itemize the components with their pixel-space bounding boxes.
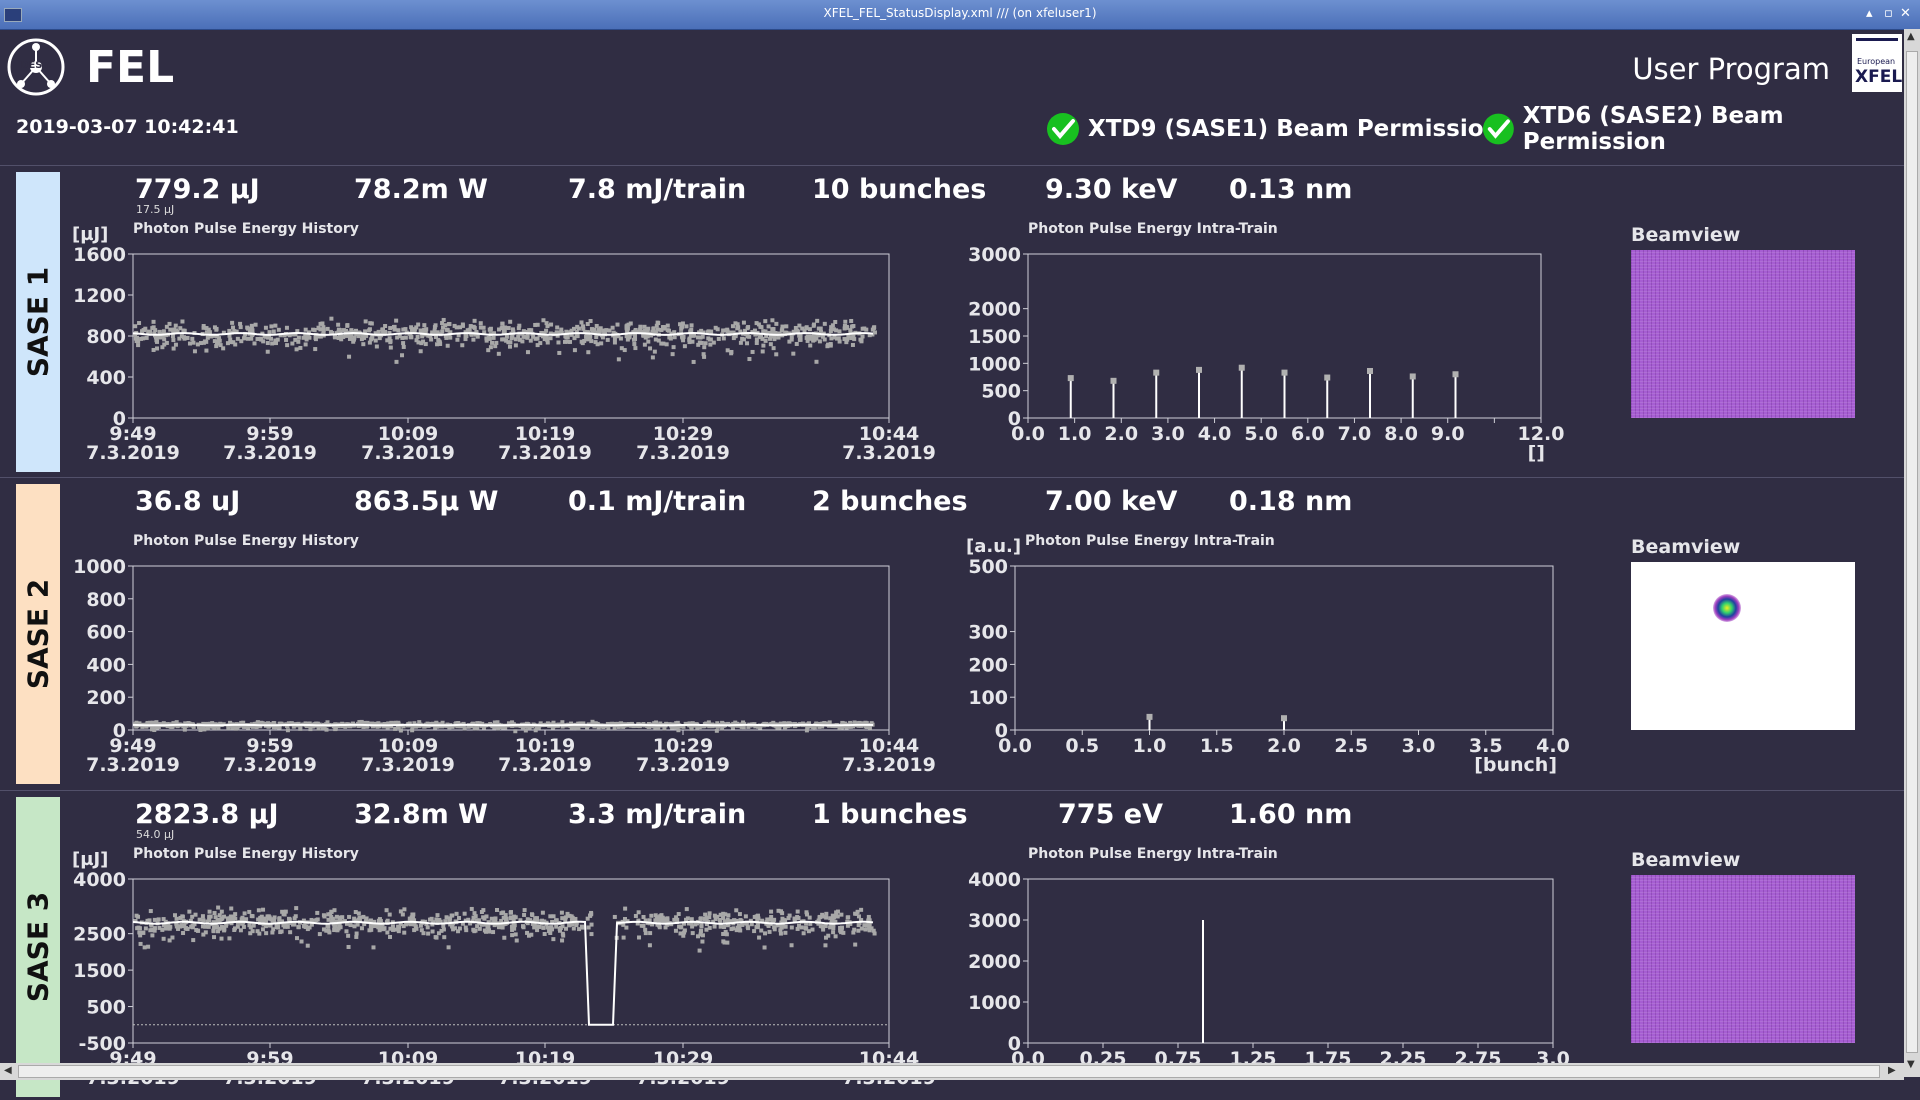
green-check-icon xyxy=(1482,112,1515,146)
y-tick-label: 1000 xyxy=(968,992,1021,1014)
plot-frame xyxy=(1028,879,1553,1043)
x-tick-label: 8.0 xyxy=(1384,423,1418,445)
y-tick-label: 500 xyxy=(968,556,1008,578)
intra-point xyxy=(1281,715,1287,721)
intra-point xyxy=(1239,365,1245,371)
beamview-title: Beamview xyxy=(1631,224,1740,246)
y-tick-label: 3000 xyxy=(968,910,1021,932)
intra-point xyxy=(1153,370,1159,376)
intra-point xyxy=(1196,367,1202,373)
beamview-title: Beamview xyxy=(1631,536,1740,558)
y-tick-label: 1000 xyxy=(968,353,1021,375)
window-title: XFEL_FEL_StatusDisplay.xml /// (on xfelu… xyxy=(0,6,1920,20)
intra-point xyxy=(1324,375,1330,381)
y-tick-label: 300 xyxy=(968,622,1008,644)
beam-spot xyxy=(1713,594,1741,622)
y-tick-label: 100 xyxy=(968,687,1008,709)
sase-section-1: SASE 1 779.2 µJ 17.5 µJ 78.2m W 7.8 mJ/t… xyxy=(0,165,1904,475)
svg-text:European: European xyxy=(1857,57,1895,66)
x-tick-label: 0.0 xyxy=(998,735,1032,757)
program-label: User Program xyxy=(1632,52,1830,86)
x-tick-label: 1.5 xyxy=(1200,735,1234,757)
x-tick-label: 6.0 xyxy=(1291,423,1325,445)
x-tick-label: 3.0 xyxy=(1151,423,1185,445)
x-tick-label: 0.0 xyxy=(1011,423,1045,445)
timestamp: 2019-03-07 10:42:41 xyxy=(16,116,239,138)
x-tick-label: 2.0 xyxy=(1267,735,1301,757)
y-tick-label: 4000 xyxy=(968,869,1021,891)
x-tick-label: 2.5 xyxy=(1334,735,1368,757)
y-tick-label: 2000 xyxy=(968,951,1021,973)
horizontal-scrollbar[interactable]: ◀▶ xyxy=(0,1063,1904,1080)
x-tick-label: 3.0 xyxy=(1402,735,1436,757)
y-tick-label: 3000 xyxy=(968,244,1021,266)
intra-train-chart: 01002003005000.00.51.01.52.02.53.03.54.0… xyxy=(0,478,1600,787)
intra-point xyxy=(1367,368,1373,374)
green-check-icon xyxy=(1046,112,1080,146)
scroll-left-icon: ◀ xyxy=(4,1065,12,1076)
close-icon[interactable]: ✕ xyxy=(1900,6,1911,21)
y-tick-label: 2000 xyxy=(968,299,1021,321)
scroll-up-icon: ▲ xyxy=(1907,31,1915,42)
beam-permission-label: XTD6 (SASE2) Beam Permission xyxy=(1523,103,1920,155)
intra-train-chart: 050010001500200030000.01.02.03.04.05.06.… xyxy=(0,166,1600,475)
intra-point xyxy=(1147,714,1153,720)
intra-point xyxy=(1282,370,1288,376)
x-tick-label: 5.0 xyxy=(1244,423,1278,445)
y-tick-label: 1500 xyxy=(968,326,1021,348)
y-tick-label: 500 xyxy=(981,381,1021,403)
intra-point xyxy=(1410,373,1416,379)
x-tick-label: 9.0 xyxy=(1431,423,1465,445)
page-title: FEL xyxy=(86,42,174,93)
x-tick-label: 7.0 xyxy=(1338,423,1372,445)
scrollbar-thumb[interactable] xyxy=(1906,51,1918,1053)
x-tick-label: 2.0 xyxy=(1104,423,1138,445)
x-tick-label: 4.0 xyxy=(1198,423,1232,445)
x-tick-label: 1.0 xyxy=(1058,423,1092,445)
intra-train-chart: 010002000300040000.00.250.751.251.752.25… xyxy=(0,791,1600,1100)
intra-point xyxy=(1453,371,1459,377)
beamview-image[interactable] xyxy=(1631,562,1855,730)
beam-permission-sase2: XTD6 (SASE2) Beam Permission xyxy=(1482,112,1920,146)
beam-permission-label: XTD9 (SASE1) Beam Permission xyxy=(1088,116,1500,142)
beamview-image[interactable] xyxy=(1631,875,1855,1043)
scroll-down-icon: ▼ xyxy=(1907,1059,1915,1070)
plot-frame xyxy=(1015,566,1553,730)
sase-section-2: SASE 2 36.8 uJ 863.5µ W 0.1 mJ/train 2 b… xyxy=(0,477,1904,787)
scroll-right-icon: ▶ xyxy=(1888,1065,1896,1076)
window-titlebar[interactable]: XFEL_FEL_StatusDisplay.xml /// (on xfelu… xyxy=(0,0,1920,30)
x-tick-label: 0.5 xyxy=(1065,735,1099,757)
intra-x-unit: [bunch] xyxy=(1474,754,1557,776)
beamview-image[interactable] xyxy=(1631,250,1855,418)
sase-section-3: SASE 3 2823.8 µJ 54.0 µJ 32.8m W 3.3 mJ/… xyxy=(0,790,1904,1064)
scrollbar-thumb[interactable] xyxy=(18,1065,1880,1078)
x-tick-label: 1.0 xyxy=(1133,735,1167,757)
svg-text:XFEL: XFEL xyxy=(1855,67,1902,87)
xfel-logo: European XFEL xyxy=(1852,34,1902,92)
y-tick-label: 200 xyxy=(968,654,1008,676)
desy-logo-text: DESY. xyxy=(20,60,52,71)
desy-logo-icon: DESY. xyxy=(6,37,66,97)
beamview-title: Beamview xyxy=(1631,849,1740,871)
beam-permission-sase1: XTD9 (SASE1) Beam Permission xyxy=(1046,112,1500,146)
maximize-icon[interactable]: ▫ xyxy=(1884,6,1893,21)
intra-x-unit: [] xyxy=(1528,442,1545,464)
vertical-scrollbar[interactable]: ▲▼ xyxy=(1904,29,1920,1077)
intra-point xyxy=(1111,378,1117,384)
minimize-icon[interactable]: ▴ xyxy=(1866,6,1873,21)
intra-point xyxy=(1068,375,1074,381)
